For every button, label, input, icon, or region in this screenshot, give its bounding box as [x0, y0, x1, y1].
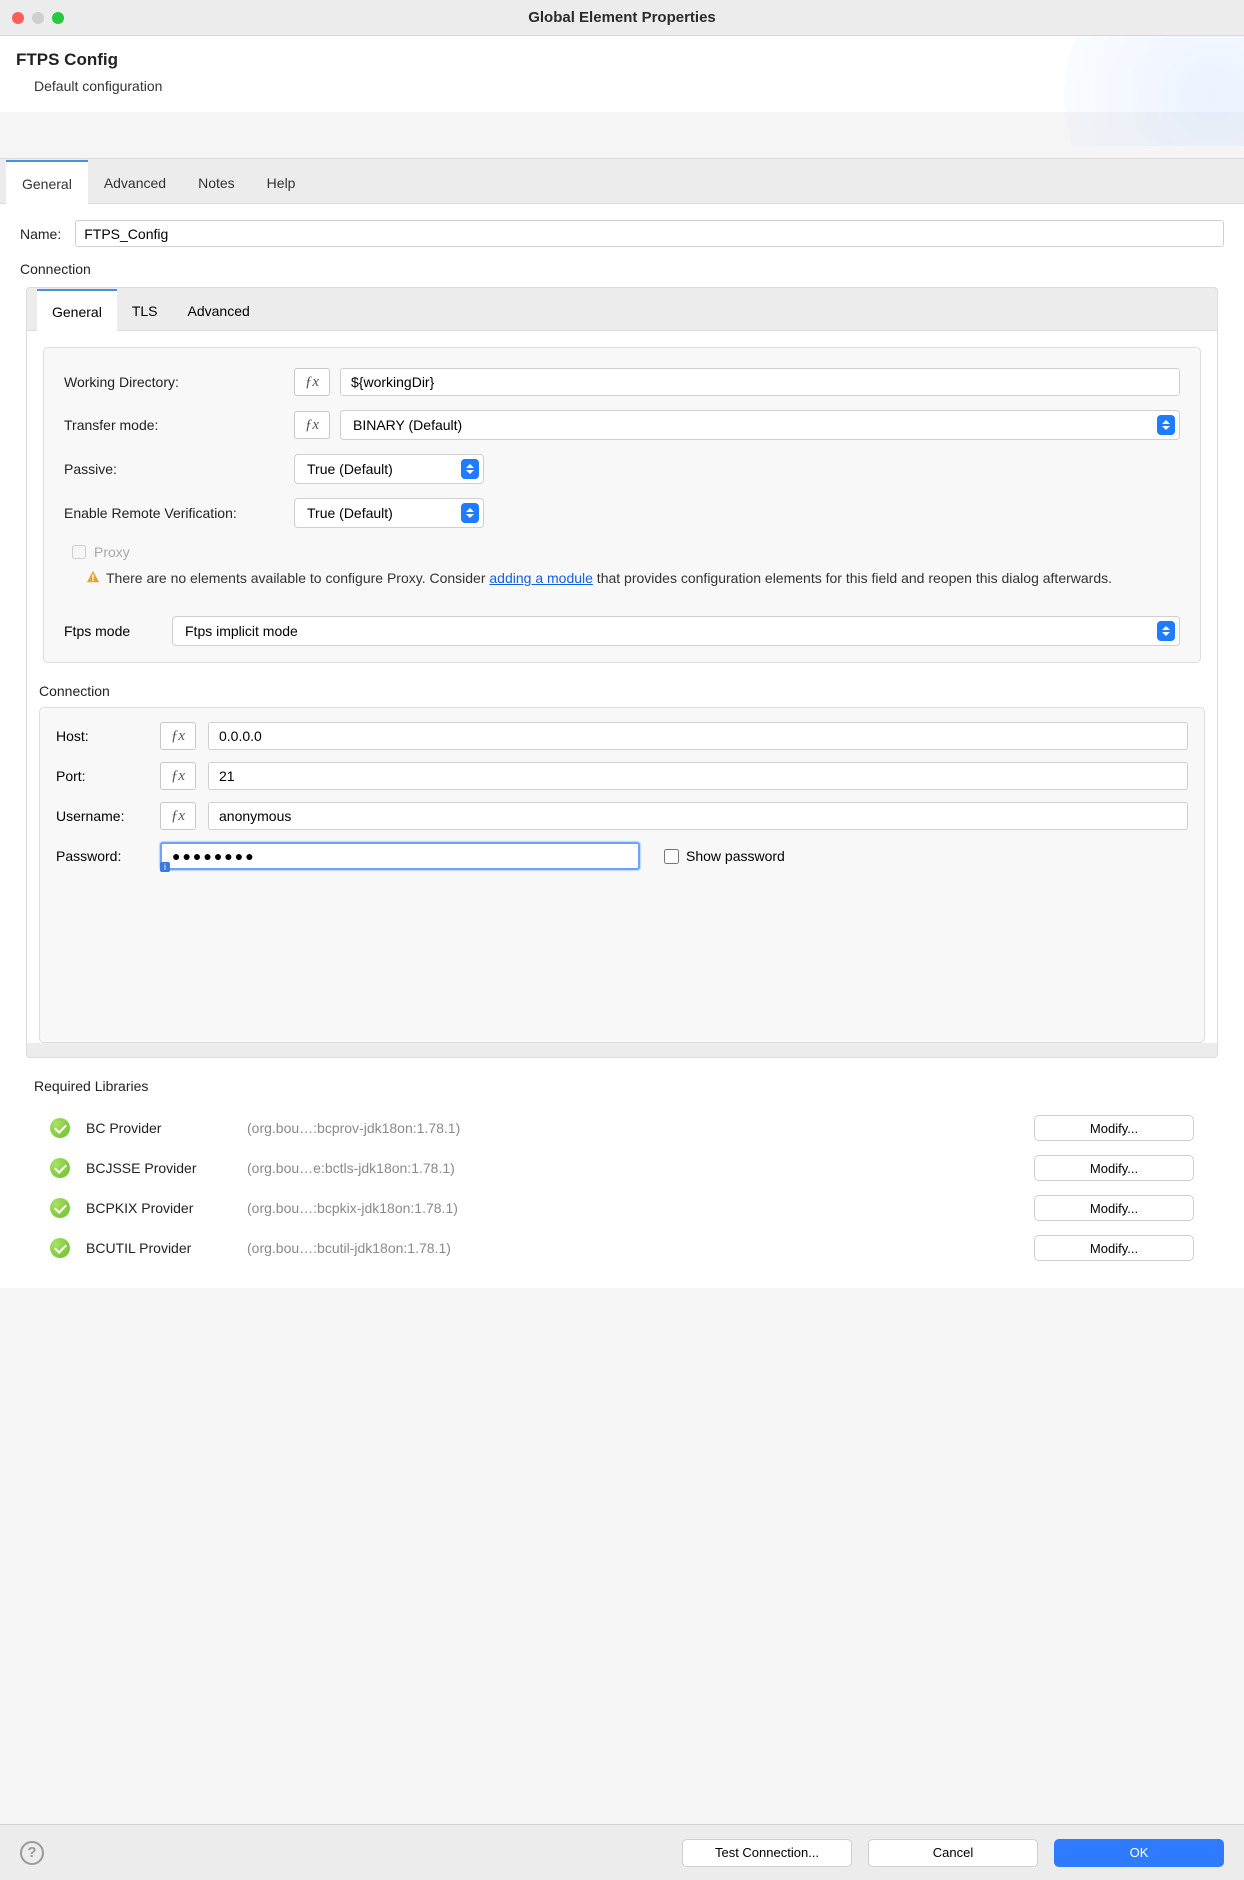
lib-name: BCJSSE Provider	[86, 1160, 231, 1176]
lib-name: BC Provider	[86, 1120, 231, 1136]
required-libraries-label: Required Libraries	[34, 1078, 1224, 1094]
check-ok-icon	[50, 1118, 70, 1138]
modify-button[interactable]: Modify...	[1034, 1235, 1194, 1261]
connection-inner-label: Connection	[39, 683, 1217, 699]
titlebar: Global Element Properties	[0, 0, 1244, 36]
password-input[interactable]	[160, 842, 640, 870]
fx-button-username[interactable]: ƒx	[160, 802, 196, 830]
host-input[interactable]	[208, 722, 1188, 750]
show-password-label: Show password	[686, 848, 785, 864]
proxy-label: Proxy	[94, 544, 130, 560]
lib-row: BCJSSE Provider (org.bou…e:bctls-jdk18on…	[50, 1148, 1194, 1188]
lib-detail: (org.bou…:bcpkix-jdk18on:1.78.1)	[247, 1200, 1018, 1216]
warning-icon	[86, 570, 100, 584]
check-ok-icon	[50, 1158, 70, 1178]
username-input[interactable]	[208, 802, 1188, 830]
remote-verification-label: Enable Remote Verification:	[64, 505, 284, 521]
lib-row: BC Provider (org.bou…:bcprov-jdk18on:1.7…	[50, 1108, 1194, 1148]
tab-advanced[interactable]: Advanced	[88, 159, 182, 203]
passive-value: True (Default)	[307, 461, 393, 477]
connection-inner-group: Host: ƒx Port: ƒx Username: ƒx Password:	[39, 707, 1205, 1043]
fx-button-transfer-mode[interactable]: ƒx	[294, 411, 330, 439]
lib-detail: (org.bou…:bcutil-jdk18on:1.78.1)	[247, 1240, 1018, 1256]
lib-row: BCUTIL Provider (org.bou…:bcutil-jdk18on…	[50, 1228, 1194, 1268]
check-ok-icon	[50, 1238, 70, 1258]
proxy-checkbox	[72, 545, 86, 559]
footer: ? Test Connection... Cancel OK	[0, 1824, 1244, 1880]
chevron-updown-icon	[1157, 621, 1175, 641]
fx-button-port[interactable]: ƒx	[160, 762, 196, 790]
modify-button[interactable]: Modify...	[1034, 1195, 1194, 1221]
modify-button[interactable]: Modify...	[1034, 1155, 1194, 1181]
remote-verification-value: True (Default)	[307, 505, 393, 521]
check-ok-icon	[50, 1198, 70, 1218]
conn-tab-tls[interactable]: TLS	[117, 288, 173, 330]
username-label: Username:	[56, 808, 148, 824]
host-label: Host:	[56, 728, 148, 744]
content-area: Name: Connection General TLS Advanced Wo…	[0, 204, 1244, 1288]
connection-general-group: Working Directory: ƒx Transfer mode: ƒx …	[43, 347, 1201, 663]
header-section: FTPS Config Default configuration	[0, 36, 1244, 112]
name-label: Name:	[20, 226, 61, 242]
connection-label: Connection	[20, 261, 1224, 277]
fx-button-working-dir[interactable]: ƒx	[294, 368, 330, 396]
port-label: Port:	[56, 768, 148, 784]
tab-help[interactable]: Help	[251, 159, 312, 203]
show-password-checkbox[interactable]	[664, 849, 679, 864]
lib-detail: (org.bou…:bcprov-jdk18on:1.78.1)	[247, 1120, 1018, 1136]
connection-panel: General TLS Advanced Working Directory: …	[26, 287, 1218, 1058]
working-directory-input[interactable]	[340, 368, 1180, 396]
conn-tab-advanced[interactable]: Advanced	[173, 288, 265, 330]
tab-general[interactable]: General	[6, 160, 88, 204]
tab-notes[interactable]: Notes	[182, 159, 251, 203]
name-input[interactable]	[75, 220, 1224, 247]
lib-row: BCPKIX Provider (org.bou…:bcpkix-jdk18on…	[50, 1188, 1194, 1228]
test-connection-button[interactable]: Test Connection...	[682, 1839, 852, 1867]
main-tabs: General Advanced Notes Help	[0, 158, 1244, 204]
transfer-mode-value: BINARY (Default)	[353, 417, 462, 433]
ftps-mode-value: Ftps implicit mode	[185, 623, 298, 639]
info-badge-icon: i	[160, 862, 170, 872]
passive-select[interactable]: True (Default)	[294, 454, 484, 484]
ok-button[interactable]: OK	[1054, 1839, 1224, 1867]
password-label: Password:	[56, 848, 148, 864]
chevron-updown-icon	[461, 503, 479, 523]
adding-module-link[interactable]: adding a module	[489, 570, 593, 586]
required-libraries-panel: BC Provider (org.bou…:bcprov-jdk18on:1.7…	[20, 1108, 1224, 1276]
conn-tab-general[interactable]: General	[37, 289, 117, 331]
proxy-checkbox-row: Proxy	[70, 544, 1174, 560]
help-icon[interactable]: ?	[20, 1841, 44, 1865]
working-directory-label: Working Directory:	[64, 374, 284, 390]
window-title: Global Element Properties	[0, 9, 1244, 26]
header-title: FTPS Config	[16, 50, 1228, 70]
lib-name: BCUTIL Provider	[86, 1240, 231, 1256]
transfer-mode-select[interactable]: BINARY (Default)	[340, 410, 1180, 440]
lib-name: BCPKIX Provider	[86, 1200, 231, 1216]
passive-label: Passive:	[64, 461, 284, 477]
port-input[interactable]	[208, 762, 1188, 790]
transfer-mode-label: Transfer mode:	[64, 417, 284, 433]
ftps-mode-label: Ftps mode	[64, 623, 156, 639]
cancel-button[interactable]: Cancel	[868, 1839, 1038, 1867]
chevron-updown-icon	[461, 459, 479, 479]
proxy-message: There are no elements available to confi…	[70, 560, 1174, 588]
modify-button[interactable]: Modify...	[1034, 1115, 1194, 1141]
header-subtitle: Default configuration	[16, 70, 1228, 94]
fx-button-host[interactable]: ƒx	[160, 722, 196, 750]
chevron-updown-icon	[1157, 415, 1175, 435]
ftps-mode-select[interactable]: Ftps implicit mode	[172, 616, 1180, 646]
remote-verification-select[interactable]: True (Default)	[294, 498, 484, 528]
lib-detail: (org.bou…e:bctls-jdk18on:1.78.1)	[247, 1160, 1018, 1176]
